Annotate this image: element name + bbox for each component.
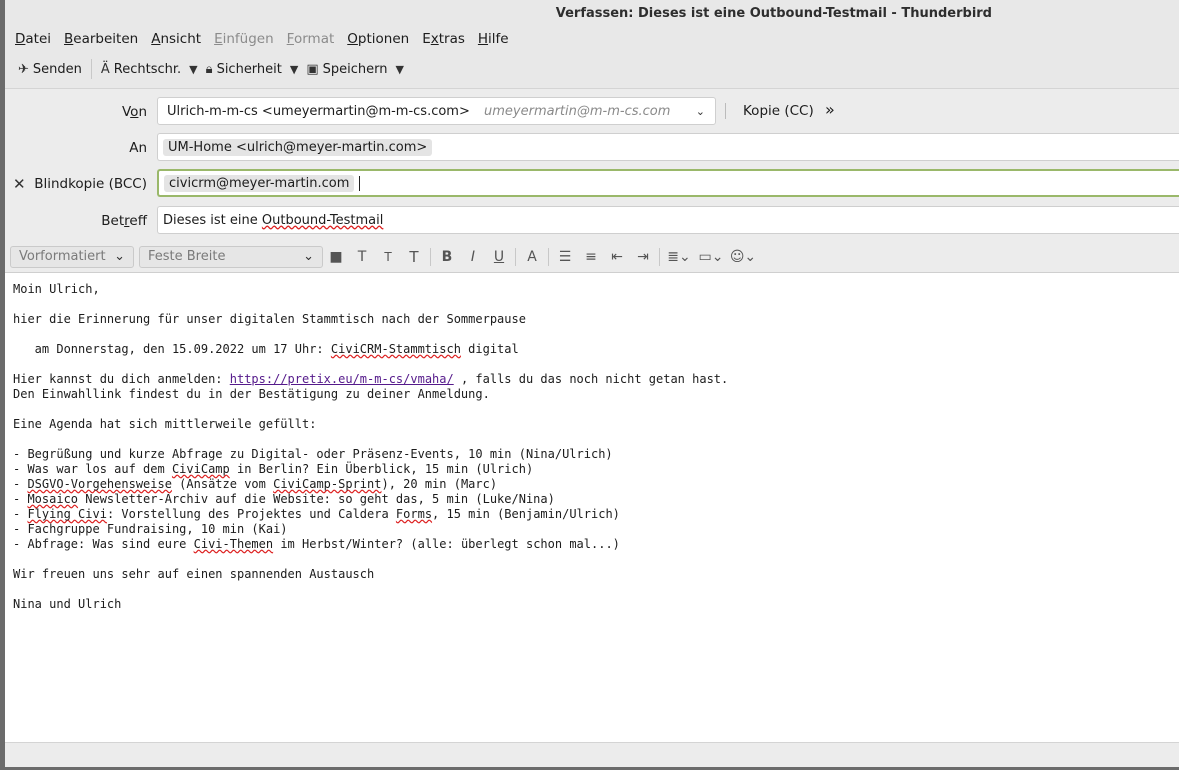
format-separator (430, 247, 431, 266)
font-size-larger-icon[interactable]: T (401, 248, 427, 266)
cc-button[interactable]: Kopie (CC) (743, 103, 814, 119)
format-toolbar: Vorformatiert ⌄ Feste Breite ⌄ ■ T T T B… (5, 241, 1179, 273)
body-empty-line (13, 582, 1171, 597)
message-body[interactable]: Moin Ulrich, hier die Erinnerung für uns… (5, 273, 1179, 743)
body-empty-line (13, 432, 1171, 447)
agenda-item: - Fachgruppe Fundraising, 10 min (Kai) (13, 522, 288, 536)
to-row: An UM-Home <ulrich@meyer-martin.com> (5, 133, 1179, 163)
font-size-smaller-icon[interactable]: T (375, 250, 401, 264)
chevron-down-icon: ▼ (395, 62, 404, 76)
paragraph-format-select[interactable]: Vorformatiert ⌄ (10, 245, 134, 268)
agenda-item: - Abfrage: Was sind eure Civi-Themen im … (13, 537, 620, 551)
send-button[interactable]: ✈ Senden (13, 59, 87, 80)
emoji-icon[interactable]: ☺⌄ (727, 249, 759, 265)
text-color-icon[interactable]: ■ (323, 249, 349, 265)
chevron-down-icon: ▼ (189, 62, 198, 76)
underline-icon[interactable]: U (486, 249, 512, 265)
bcc-field[interactable]: civicrm@meyer-martin.com (157, 169, 1179, 197)
save-dropdown[interactable]: ▼ (393, 60, 407, 79)
body-line: Hier kannst du dich anmelden: https://pr… (13, 372, 729, 386)
body-empty-line (13, 327, 1171, 342)
format-separator (548, 247, 549, 266)
agenda-item: - DSGVO-Vorgehensweise (Ansätze vom Civi… (13, 477, 498, 491)
more-fields-icon[interactable]: » (825, 100, 835, 119)
insert-image-icon[interactable]: ▭⌄ (695, 249, 727, 265)
align-icon[interactable]: ≣⌄ (663, 249, 695, 265)
body-line: Nina und Ulrich (13, 597, 122, 611)
chevron-down-icon: ▼ (289, 62, 299, 76)
to-label: An (129, 140, 147, 156)
window-title: Verfassen: Dieses ist eine Outbound-Test… (5, 0, 1179, 28)
paper-plane-icon: ✈ (18, 61, 29, 77)
menu-extras[interactable]: Extras (417, 31, 470, 47)
subject-row: Betreff Dieses ist eine Outbound-Testmai… (5, 206, 1179, 236)
body-empty-line (13, 357, 1171, 372)
bcc-label: Blindkopie (BCC) (34, 176, 147, 192)
toolbar-separator (90, 59, 92, 79)
body-line: Den Einwahllink findest du in der Bestät… (13, 387, 490, 401)
recipient-pill[interactable]: civicrm@meyer-martin.com (164, 174, 355, 192)
security-dropdown[interactable]: ▼ (287, 60, 301, 79)
chevron-down-icon: ⌄ (303, 249, 314, 264)
agenda-item: - Begrüßung und kurze Abfrage zu Digital… (13, 447, 613, 461)
menubar: Datei Bearbeiten Ansicht Einfügen Format… (5, 28, 1179, 50)
header-separator (725, 103, 726, 119)
menu-bearbeiten[interactable]: Bearbeiten (59, 31, 143, 47)
menu-datei[interactable]: Datei (10, 31, 56, 47)
body-empty-line (13, 402, 1171, 417)
body-empty-line (13, 297, 1171, 312)
compose-window: Verfassen: Dieses ist eine Outbound-Test… (5, 0, 1179, 767)
registration-link[interactable]: https://pretix.eu/m-m-cs/vmaha/ (230, 372, 454, 386)
font-size-reset-icon[interactable]: T (349, 249, 375, 265)
format-separator (515, 247, 516, 266)
from-label: Von (121, 104, 147, 120)
from-select[interactable]: Ulrich-m-m-cs <umeyermartin@m-m-cs.com> … (157, 97, 716, 125)
bulleted-list-icon[interactable]: ☰ (552, 249, 578, 265)
spellcheck-dropdown[interactable]: ▼ (186, 60, 200, 79)
spellcheck-button[interactable]: Ä Rechtschr. (96, 59, 186, 80)
bcc-row: ✕ Blindkopie (BCC) civicrm@meyer-martin.… (5, 169, 1179, 199)
menu-optionen[interactable]: Optionen (342, 31, 414, 47)
compose-toolbar: ✈ Senden Ä Rechtschr. ▼ 🔒︎ Sicherheit ▼ … (5, 50, 1179, 89)
subject-label: Betreff (101, 213, 147, 229)
body-line: am Donnerstag, den 15.09.2022 um 17 Uhr:… (13, 342, 519, 356)
spellcheck-icon: Ä (100, 61, 110, 77)
close-icon[interactable]: ✕ (13, 175, 26, 193)
body-line: Eine Agenda hat sich mittlerweile gefüll… (13, 417, 317, 431)
from-row: Von Ulrich-m-m-cs <umeyermartin@m-m-cs.c… (5, 97, 1179, 127)
text-caret (359, 175, 361, 191)
save-button[interactable]: ▣ Speichern (301, 59, 392, 80)
agenda-item: - Mosaico Newsletter-Archiv auf die Webs… (13, 492, 555, 506)
menu-einfuegen[interactable]: Einfügen (209, 31, 279, 47)
body-line: hier die Erinnerung für unser digitalen … (13, 312, 526, 326)
menu-format[interactable]: Format (282, 31, 340, 47)
to-field[interactable]: UM-Home <ulrich@meyer-martin.com> (157, 133, 1179, 161)
lock-icon: 🔒︎ (205, 61, 213, 77)
outdent-icon[interactable]: ⇤ (604, 249, 630, 265)
status-bar (5, 742, 1179, 767)
chevron-down-icon: ⌄ (695, 104, 705, 118)
body-line: Wir freuen uns sehr auf einen spannenden… (13, 567, 375, 581)
save-icon: ▣ (306, 61, 319, 77)
agenda-item: - Flying Civi: Vorstellung des Projektes… (13, 507, 620, 521)
agenda-item: - Was war los auf dem CiviCamp in Berlin… (13, 462, 534, 476)
menu-hilfe[interactable]: Hilfe (473, 31, 514, 47)
format-separator (659, 247, 660, 266)
subject-input[interactable]: Dieses ist eine Outbound-Testmail (157, 206, 1179, 234)
security-button[interactable]: 🔒︎ Sicherheit (201, 59, 287, 80)
italic-icon[interactable]: I (460, 249, 486, 265)
recipient-pill[interactable]: UM-Home <ulrich@meyer-martin.com> (163, 138, 433, 156)
menu-ansicht[interactable]: Ansicht (146, 31, 206, 47)
chevron-down-icon: ⌄ (114, 249, 125, 264)
font-select[interactable]: Feste Breite ⌄ (139, 245, 323, 268)
indent-icon[interactable]: ⇥ (630, 249, 656, 265)
numbered-list-icon[interactable]: ≡ (578, 249, 604, 265)
remove-formatting-icon[interactable]: A (519, 249, 545, 265)
body-line: Moin Ulrich, (13, 282, 100, 296)
body-empty-line (13, 552, 1171, 567)
bold-icon[interactable]: B (434, 249, 460, 265)
